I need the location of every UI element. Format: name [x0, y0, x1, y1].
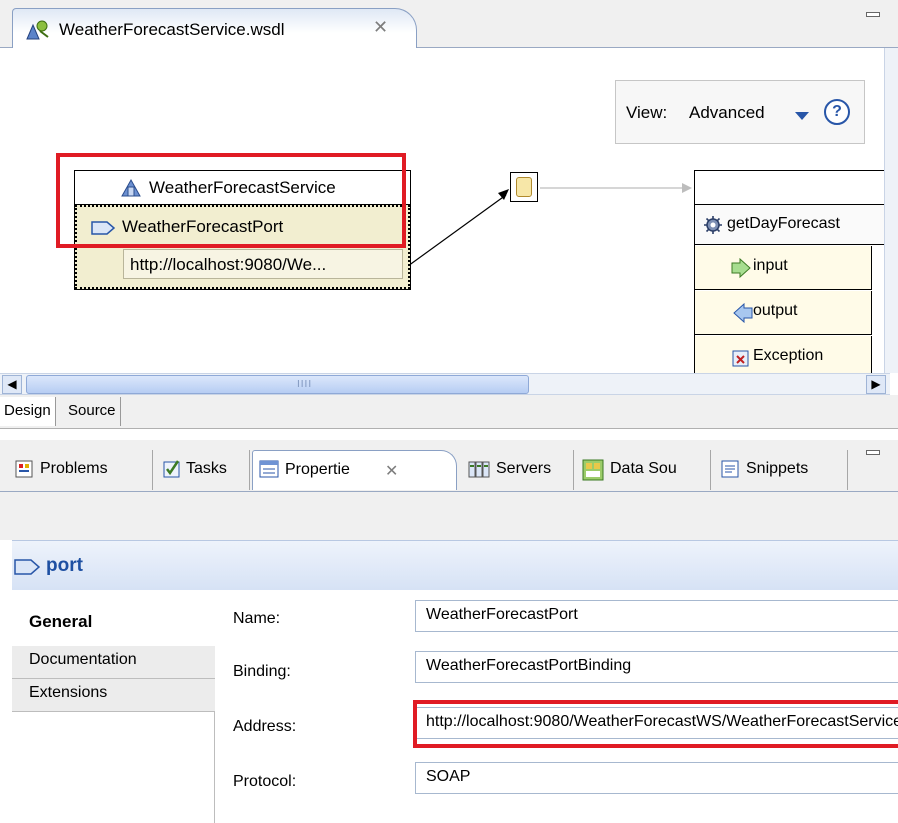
- canvas-vertical-scrollbar[interactable]: [884, 48, 898, 373]
- output-arrow-icon: [731, 302, 753, 328]
- problems-icon: [14, 459, 34, 484]
- view-toolbar-area: [0, 492, 898, 540]
- porttype-header: [695, 171, 898, 205]
- tab-tasks[interactable]: Tasks: [156, 450, 250, 490]
- message-row-output[interactable]: output: [695, 291, 872, 335]
- servers-icon: [468, 459, 490, 484]
- editor-page-tabs: Design Source: [0, 395, 898, 429]
- service-title: WeatherForecastService: [75, 171, 410, 205]
- name-field[interactable]: WeatherForecastPort: [415, 600, 898, 632]
- properties-title: port: [46, 555, 83, 576]
- wsdl-file-icon: [25, 19, 51, 46]
- wsdl-design-canvas[interactable]: View: Advanced ? WeatherForecastService: [12, 48, 898, 373]
- properties-tab-list: General Documentation Extensions: [12, 590, 215, 823]
- problems-label: Problems: [40, 460, 108, 477]
- tab-properties[interactable]: Propertie ✕: [252, 450, 457, 490]
- editor-tab-title: WeatherForecastService.wsdl: [59, 20, 285, 39]
- scroll-left-icon[interactable]: ◀: [2, 375, 22, 394]
- address-label: Address:: [233, 718, 297, 735]
- message-input-label: input: [753, 257, 788, 274]
- close-icon[interactable]: ✕: [373, 17, 388, 38]
- message-output-label: output: [753, 302, 798, 319]
- data-source-label: Data Sou: [610, 460, 677, 477]
- porttype-node[interactable]: getDayForecast input output Exception: [694, 170, 898, 373]
- port-address-field[interactable]: http://localhost:9080/We...: [123, 249, 403, 279]
- exception-icon: [731, 348, 751, 373]
- close-icon[interactable]: ✕: [385, 461, 398, 481]
- binding-label: Binding:: [233, 663, 291, 680]
- scroll-thumb[interactable]: IIII: [26, 375, 529, 394]
- protocol-field[interactable]: SOAP: [415, 762, 898, 794]
- tab-data-source[interactable]: Data Sou: [576, 450, 711, 490]
- properties-label: Propertie: [285, 461, 350, 478]
- snippets-icon: [720, 459, 740, 484]
- tab-design[interactable]: Design: [0, 397, 56, 426]
- name-label: Name:: [233, 610, 281, 627]
- tasks-label: Tasks: [186, 460, 227, 477]
- service-node[interactable]: WeatherForecastService WeatherForecastPo…: [74, 170, 411, 290]
- message-row-exception[interactable]: Exception: [695, 336, 872, 373]
- ptab-extensions[interactable]: Extensions: [12, 679, 215, 712]
- binding-field[interactable]: WeatherForecastPortBinding: [415, 651, 898, 683]
- properties-icon: [259, 460, 279, 483]
- port-name: WeatherForecastPort: [122, 217, 284, 236]
- snippets-label: Snippets: [746, 460, 809, 477]
- editor-tab-wsdl[interactable]: WeatherForecastService.wsdl ✕: [12, 8, 417, 49]
- servers-label: Servers: [496, 460, 552, 477]
- tasks-icon: [162, 459, 182, 484]
- editor-tab-bar: WeatherForecastService.wsdl ✕: [0, 0, 898, 49]
- ptab-general[interactable]: General: [12, 590, 215, 646]
- port-icon: [14, 559, 41, 580]
- protocol-label: Protocol:: [233, 773, 297, 790]
- minimize-editor-button[interactable]: [866, 12, 880, 17]
- message-exception-label: Exception: [753, 347, 824, 364]
- binding-node[interactable]: [510, 172, 538, 202]
- message-row-input[interactable]: input: [695, 246, 872, 290]
- operation-name: getDayForecast: [727, 215, 840, 232]
- input-arrow-icon: [731, 257, 753, 283]
- tab-source[interactable]: Source: [64, 397, 121, 426]
- ptab-documentation[interactable]: Documentation: [12, 646, 215, 679]
- operation-row[interactable]: getDayForecast: [695, 205, 898, 245]
- port-node[interactable]: WeatherForecastPort http://localhost:908…: [75, 205, 410, 289]
- properties-form: Name: WeatherForecastPort Binding: Weath…: [216, 590, 898, 823]
- view-tab-bar: Problems Tasks Propertie ✕ Servers Data …: [0, 440, 898, 492]
- address-field[interactable]: http://localhost:9080/WeatherForecastWS/…: [415, 707, 898, 739]
- scroll-right-icon[interactable]: ▶: [866, 375, 886, 394]
- tab-servers[interactable]: Servers: [462, 450, 574, 490]
- tab-problems[interactable]: Problems: [8, 450, 153, 490]
- scroll-grip: IIII: [297, 379, 313, 390]
- binding-icon: [516, 177, 532, 197]
- minimize-view-button[interactable]: [866, 450, 880, 455]
- service-name: WeatherForecastService: [149, 178, 336, 197]
- tab-snippets[interactable]: Snippets: [714, 450, 848, 490]
- port-icon: [91, 221, 116, 240]
- service-icon: [119, 178, 143, 203]
- properties-header: port: [12, 540, 898, 590]
- data-source-icon: [582, 459, 604, 486]
- gear-icon: [704, 216, 722, 239]
- canvas-horizontal-scrollbar[interactable]: ◀ IIII ▶: [0, 373, 890, 395]
